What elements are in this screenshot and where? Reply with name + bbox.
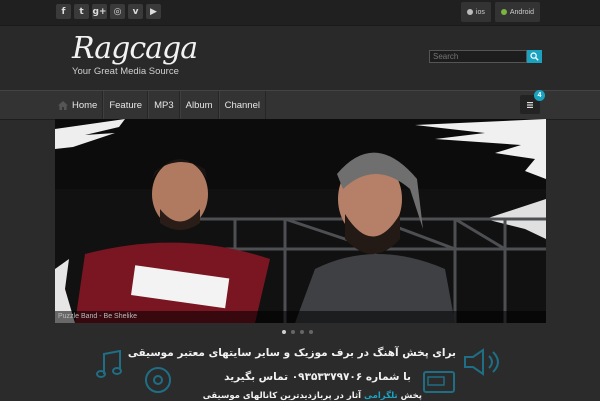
facebook-icon[interactable]: f	[56, 4, 71, 19]
search-button[interactable]	[527, 50, 542, 63]
youtube-icon[interactable]: ▶	[146, 4, 161, 19]
nav-item-home[interactable]: Home	[56, 91, 104, 119]
disc-icon	[145, 367, 171, 393]
slider-dot[interactable]	[309, 330, 313, 334]
nav-label-home: Home	[72, 99, 98, 111]
search-input[interactable]	[429, 50, 527, 63]
nav-item-channel[interactable]: Channel	[218, 91, 266, 119]
apple-icon	[466, 9, 473, 15]
speaker-icon	[464, 348, 499, 376]
slider-dots	[282, 330, 313, 334]
slide-caption: Puzzle Band - Be Shelike	[55, 311, 546, 323]
instagram-icon[interactable]: ◎	[110, 4, 125, 19]
hamburger-icon	[527, 101, 533, 108]
social-links: f t g+ ◎ v ▶	[56, 4, 161, 19]
slider-dot[interactable]	[291, 330, 295, 334]
logo-tagline: Your Great Media Source	[72, 66, 179, 77]
featured-slider[interactable]: Puzzle Band - Be Shelike	[55, 119, 546, 323]
android-icon	[500, 9, 507, 15]
twitter-icon[interactable]: t	[74, 4, 89, 19]
home-icon	[58, 100, 68, 110]
slide-photo	[55, 119, 546, 323]
promo-line-1: برای پخش آهنگ در برف موزیک و سایر سایتها…	[127, 347, 456, 359]
site-logo[interactable]: Ragcaga Your Great Media Source	[72, 31, 198, 78]
android-app-button[interactable]: Android	[494, 2, 540, 22]
slider-dot[interactable]	[282, 330, 286, 334]
app-links: ios Android	[460, 2, 540, 22]
nav-item-album[interactable]: Album	[179, 91, 219, 119]
nav-item-mp3[interactable]: MP3	[148, 91, 180, 119]
radio-icon	[423, 371, 455, 393]
notification-badge: 4	[534, 90, 545, 101]
slider-dot[interactable]	[300, 330, 304, 334]
vimeo-icon[interactable]: v	[128, 4, 143, 19]
google-plus-icon[interactable]: g+	[92, 4, 107, 19]
search-icon	[530, 52, 539, 61]
search-form	[429, 50, 542, 63]
nav-item-feature[interactable]: Feature	[103, 91, 149, 119]
main-nav: Home Feature MP3 Album Channel 4	[0, 90, 600, 120]
ios-label: ios	[475, 8, 485, 16]
top-bar: f t g+ ◎ v ▶ ios Android	[0, 0, 600, 26]
music-note-icon	[96, 350, 122, 378]
logo-mark: Ragcaga	[72, 31, 198, 66]
ios-app-button[interactable]: ios	[460, 2, 491, 22]
promo-banner: برای پخش آهنگ در برف موزیک و سایر سایتها…	[0, 338, 600, 401]
promo-line-2: با شماره ۰۹۳۵۳۳۷۹۷۰۶ تماس بگیرید	[224, 371, 411, 383]
android-label: Android	[509, 8, 534, 16]
